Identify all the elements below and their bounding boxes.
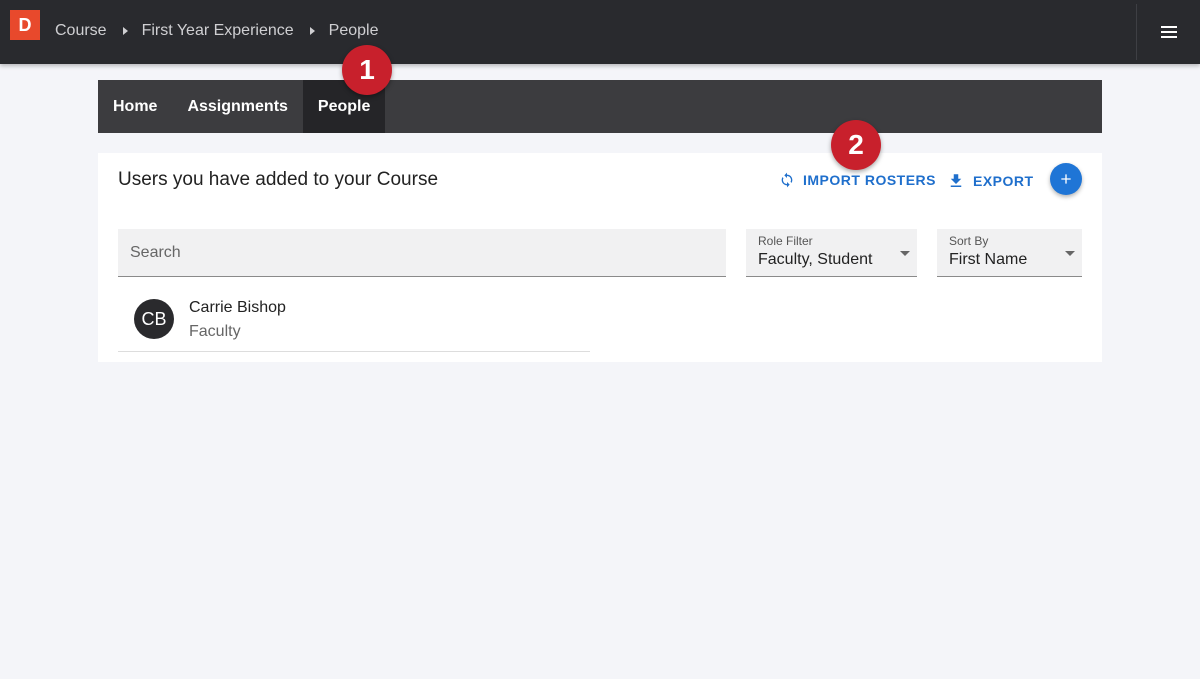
sort-by-select[interactable]: Sort By First Name xyxy=(937,229,1082,277)
export-button[interactable]: EXPORT xyxy=(947,172,1034,190)
role-filter-value: Faculty, Student xyxy=(758,251,873,268)
sort-by-value: First Name xyxy=(949,251,1028,268)
search-input[interactable] xyxy=(118,229,726,276)
download-icon xyxy=(950,174,962,187)
tab-home[interactable]: Home xyxy=(98,80,172,133)
breadcrumb-first-year-experience[interactable]: First Year Experience xyxy=(142,22,294,40)
topbar-divider xyxy=(1136,4,1137,60)
import-rosters-label: IMPORT ROSTERS xyxy=(803,172,937,188)
dropdown-arrow-icon xyxy=(900,251,910,256)
course-nav: Home Assignments People xyxy=(98,80,1102,133)
role-filter-label: Role Filter xyxy=(758,234,813,248)
people-panel: Users you have added to your Course IMPO… xyxy=(98,153,1102,362)
dropdown-arrow-icon xyxy=(1065,251,1075,256)
panel-title: Users you have added to your Course xyxy=(118,169,439,190)
top-app-bar: D Course First Year Experience People xyxy=(0,0,1200,64)
breadcrumb-course[interactable]: Course xyxy=(55,22,107,40)
list-item[interactable]: CB Carrie Bishop Faculty xyxy=(118,287,590,352)
add-user-button[interactable] xyxy=(1050,163,1082,195)
user-role: Faculty xyxy=(189,323,241,340)
sort-by-label: Sort By xyxy=(949,234,989,248)
breadcrumb-separator-icon xyxy=(122,27,128,35)
role-filter-select[interactable]: Role Filter Faculty, Student xyxy=(746,229,917,277)
breadcrumb: Course First Year Experience People xyxy=(55,22,378,40)
search-field xyxy=(118,229,726,277)
user-name: Carrie Bishop xyxy=(189,299,286,316)
breadcrumb-separator-icon xyxy=(309,27,315,35)
callout-badge-2: 2 xyxy=(831,120,881,170)
plus-icon xyxy=(1061,174,1071,184)
avatar: CB xyxy=(134,299,174,339)
tab-assignments[interactable]: Assignments xyxy=(172,80,302,133)
sync-icon xyxy=(781,172,793,188)
breadcrumb-people: People xyxy=(328,22,379,39)
hamburger-menu-icon[interactable] xyxy=(1157,24,1181,40)
export-label: EXPORT xyxy=(973,173,1034,189)
callout-badge-1: 1 xyxy=(342,45,392,95)
import-rosters-button[interactable]: IMPORT ROSTERS xyxy=(779,172,936,188)
app-logo[interactable]: D xyxy=(10,10,40,40)
